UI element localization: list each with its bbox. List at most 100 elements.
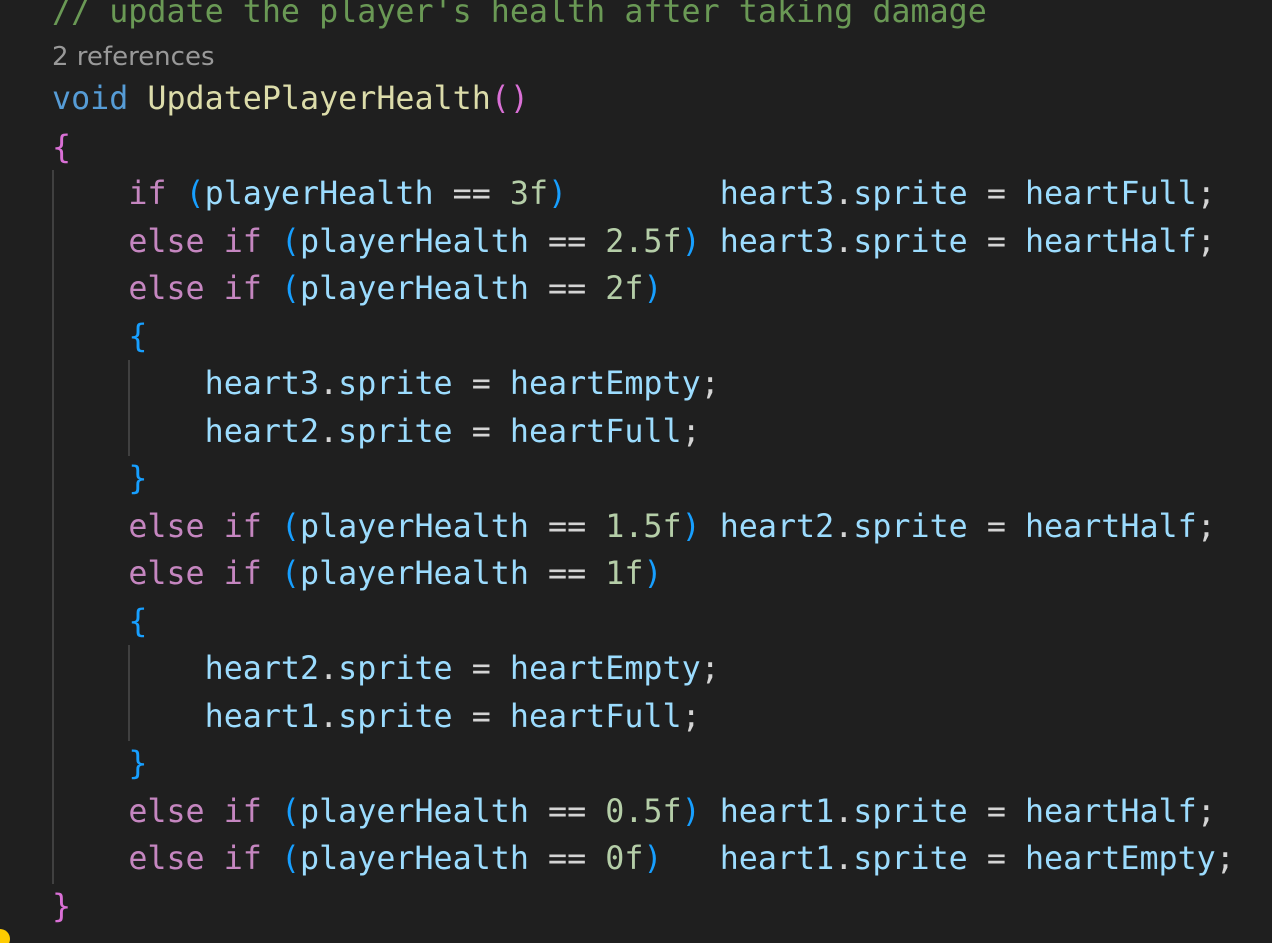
code-token-punctuation (52, 414, 205, 450)
code-token-control: if (223, 224, 262, 260)
code-line[interactable]: void UpdatePlayerHealth() (52, 75, 529, 123)
code-token-punctuation: = (452, 651, 510, 687)
code-token-keyword: void (52, 81, 129, 117)
code-line[interactable]: } (52, 455, 147, 503)
code-token-punctuation (52, 794, 128, 830)
code-token-variable: sprite (338, 366, 453, 402)
code-token-punctuation: ; (1196, 224, 1216, 260)
code-token-bracket-level3: ) (643, 556, 663, 592)
code-token-bracket-level2: () (490, 81, 529, 117)
code-token-punctuation: = (967, 794, 1025, 830)
code-token-variable: sprite (853, 224, 968, 260)
code-token-function: UpdatePlayerHealth (147, 81, 491, 117)
code-token-punctuation (205, 841, 224, 877)
code-line[interactable]: else if (playerHealth == 0.5f) heart1.sp… (52, 788, 1216, 836)
code-token-punctuation: ; (681, 414, 701, 450)
code-token-variable: heart3 (204, 366, 320, 402)
code-token-punctuation: . (319, 651, 339, 687)
code-token-variable: heart1 (719, 841, 835, 877)
code-token-punctuation (52, 176, 128, 212)
code-token-punctuation: = (452, 414, 510, 450)
code-line[interactable]: } (52, 740, 147, 788)
code-line[interactable]: else if (playerHealth == 2f) (52, 265, 663, 313)
code-token-punctuation: = (452, 699, 510, 735)
code-token-variable: heartFull (1024, 176, 1197, 212)
code-token-number: 1f (605, 556, 644, 592)
code-line[interactable]: } (52, 883, 71, 931)
code-token-number: 3f (509, 176, 549, 212)
code-line[interactable]: heart2.sprite = heartEmpty; (52, 645, 720, 693)
code-editor[interactable]: // update the player's health after taki… (0, 0, 1272, 943)
code-token-bracket-level3: ( (185, 176, 205, 212)
code-token-punctuation: == (528, 841, 606, 877)
code-token-punctuation (262, 271, 281, 307)
code-token-punctuation: . (834, 176, 854, 212)
code-line[interactable]: heart1.sprite = heartFull; (52, 693, 701, 741)
code-token-punctuation (701, 509, 720, 545)
code-token-control: else (128, 841, 205, 877)
code-token-control: if (223, 556, 262, 592)
code-token-variable: heart1 (204, 699, 320, 735)
code-token-punctuation: ; (1196, 176, 1216, 212)
code-line[interactable]: { (52, 598, 147, 646)
code-token-variable: sprite (853, 841, 968, 877)
code-token-punctuation (205, 794, 224, 830)
code-token-bracket-level3: ) (681, 224, 701, 260)
code-token-punctuation: . (834, 224, 854, 260)
code-token-punctuation: ; (1196, 509, 1216, 545)
code-line[interactable]: heart3.sprite = heartEmpty; (52, 360, 720, 408)
code-token-punctuation: = (967, 224, 1025, 260)
code-token-punctuation: ; (700, 651, 720, 687)
code-token-variable: heart1 (719, 794, 835, 830)
code-token-punctuation (701, 224, 720, 260)
code-line[interactable]: else if (playerHealth == 1f) (52, 550, 663, 598)
code-line[interactable]: if (playerHealth == 3f) heart3.sprite = … (52, 170, 1216, 218)
code-token-punctuation: ; (681, 699, 701, 735)
code-token-control: else (128, 556, 205, 592)
code-token-punctuation (52, 461, 128, 497)
code-token-punctuation: = (967, 176, 1025, 212)
code-token-variable: heartHalf (1024, 509, 1197, 545)
code-token-bracket-level3: ) (643, 271, 663, 307)
code-token-variable: heart2 (204, 651, 320, 687)
code-token-bracket-level3: ) (643, 841, 663, 877)
code-token-punctuation (205, 224, 224, 260)
code-line[interactable]: heart2.sprite = heartFull; (52, 408, 701, 456)
code-token-punctuation (205, 509, 224, 545)
code-token-control: if (223, 794, 262, 830)
code-token-bracket-level3: ) (681, 794, 701, 830)
code-token-number: 2f (605, 271, 644, 307)
code-token-punctuation: . (834, 509, 854, 545)
code-token-variable: sprite (853, 176, 968, 212)
code-token-punctuation: == (433, 176, 510, 212)
code-token-control: else (128, 794, 205, 830)
code-token-punctuation (52, 841, 128, 877)
code-token-punctuation: . (319, 414, 339, 450)
code-token-punctuation (262, 556, 281, 592)
code-token-punctuation: . (834, 794, 854, 830)
code-token-number: 0.5f (605, 794, 682, 830)
code-token-punctuation (52, 509, 128, 545)
code-token-control: if (223, 509, 262, 545)
code-token-variable: playerHealth (300, 841, 529, 877)
code-token-control: if (223, 271, 262, 307)
code-token-punctuation: = (967, 509, 1025, 545)
codelens-references[interactable]: 2 references (52, 38, 215, 76)
code-token-variable: heart3 (719, 224, 835, 260)
code-line[interactable]: { (52, 313, 147, 361)
code-token-number: 2.5f (605, 224, 682, 260)
code-line[interactable]: { (52, 124, 71, 172)
code-token-variable: heartEmpty (509, 366, 701, 402)
code-token-variable: sprite (338, 699, 453, 735)
code-line[interactable]: else if (playerHealth == 1.5f) heart2.sp… (52, 503, 1216, 551)
corner-indicator (0, 929, 10, 943)
code-token-punctuation: ; (1196, 794, 1216, 830)
code-token-variable: playerHealth (300, 271, 529, 307)
code-token-bracket-level3: ( (280, 841, 301, 877)
code-line[interactable]: else if (playerHealth == 0f) heart1.spri… (52, 835, 1235, 883)
code-line[interactable]: // update the player's health after taki… (52, 0, 987, 36)
code-token-variable: heart3 (719, 176, 835, 212)
code-token-bracket-level3: ( (280, 794, 301, 830)
code-token-punctuation: . (319, 366, 339, 402)
code-line[interactable]: else if (playerHealth == 2.5f) heart3.sp… (52, 218, 1216, 266)
